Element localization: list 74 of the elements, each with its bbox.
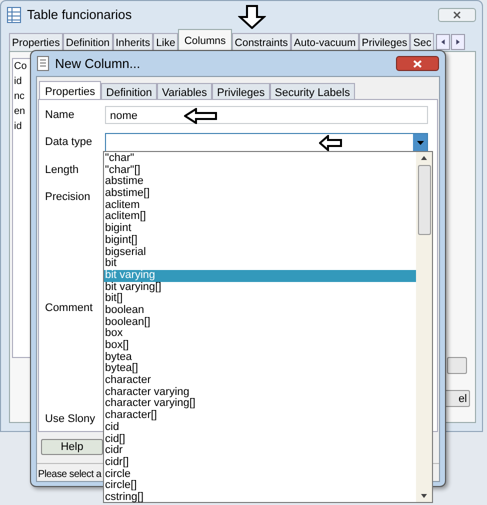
dropdown-option[interactable]: character varying[] xyxy=(104,398,416,410)
scrollbar-thumb[interactable] xyxy=(418,165,430,235)
list-item: id xyxy=(14,76,22,88)
dropdown-option[interactable]: aclitem xyxy=(104,200,416,212)
dropdown-option[interactable]: abstime[] xyxy=(104,188,416,200)
tab[interactable]: Properties xyxy=(39,81,102,99)
dropdown-option[interactable]: cid[] xyxy=(104,434,416,446)
dropdown-option[interactable]: box xyxy=(104,328,416,340)
dropdown-option[interactable]: cstring[] xyxy=(104,492,416,504)
dropdown-option[interactable]: circle xyxy=(104,468,416,480)
close-icon xyxy=(413,60,422,68)
tab[interactable]: Sec xyxy=(410,33,434,51)
dropdown-option[interactable]: circle[] xyxy=(104,480,416,492)
down-arrow-icon xyxy=(238,5,266,29)
list-item: Co xyxy=(14,61,27,73)
field-label: Name xyxy=(44,108,76,123)
field-label: Precision xyxy=(44,190,92,205)
list-item: nc xyxy=(14,91,25,103)
tab[interactable]: Security Labels xyxy=(270,83,355,99)
dropdown-option[interactable]: bigserial xyxy=(104,246,416,258)
close-button[interactable] xyxy=(396,56,439,71)
window-title: Table funcionarios xyxy=(27,6,132,24)
tab[interactable]: Privileges xyxy=(358,33,410,51)
dropdown-option[interactable]: bigint xyxy=(104,223,416,235)
close-icon xyxy=(453,11,461,19)
tab[interactable]: Columns xyxy=(178,29,232,51)
dropdown-option[interactable]: boolean[] xyxy=(104,316,416,328)
tab[interactable]: Privileges xyxy=(212,83,270,99)
dropdown-option[interactable]: character[] xyxy=(104,410,416,422)
tab[interactable]: Inherits xyxy=(112,33,154,51)
dropdown-button[interactable] xyxy=(413,134,427,151)
scroll-tab-icon[interactable] xyxy=(436,34,450,50)
dropdown-option[interactable]: cidr xyxy=(104,445,416,457)
name-field[interactable]: nome xyxy=(105,106,428,124)
dropdown-option[interactable]: bytea[] xyxy=(104,363,416,376)
tab[interactable]: Properties xyxy=(9,33,63,51)
list-item: id xyxy=(14,121,22,133)
dropdown-option[interactable]: bit varying[] xyxy=(104,282,416,294)
dialog-title: New Column... xyxy=(55,54,140,73)
dropdown-option[interactable]: abstime xyxy=(104,176,416,188)
field-label: Data type xyxy=(44,135,94,150)
dropdown-option[interactable]: "char"[] xyxy=(104,164,416,176)
tab[interactable]: Variables xyxy=(157,83,212,99)
table-icon xyxy=(7,7,21,23)
document-icon xyxy=(37,56,49,71)
close-button[interactable] xyxy=(438,8,476,22)
dropdown-option[interactable]: bigint[] xyxy=(104,234,416,246)
dropdown-option[interactable]: bytea xyxy=(104,352,416,364)
field-label: Use Slony xyxy=(44,412,96,427)
tab[interactable]: Definition xyxy=(101,83,157,99)
scroll-tab-icon[interactable] xyxy=(451,34,466,50)
dropdown-option[interactable]: character xyxy=(104,375,416,387)
scroll-down-icon[interactable] xyxy=(421,494,427,498)
left-arrow-icon xyxy=(184,108,218,124)
dropdown-option[interactable]: cid xyxy=(104,422,416,434)
dropdown-option[interactable]: aclitem[] xyxy=(104,211,416,224)
help-button[interactable]: Help xyxy=(41,439,103,455)
list-item: en xyxy=(14,106,26,118)
caret-icon xyxy=(416,140,424,144)
tab[interactable]: Definition xyxy=(62,33,113,51)
tab[interactable]: Like xyxy=(153,33,178,51)
field-label: Comment xyxy=(44,300,94,316)
dropdown-option[interactable]: "char" xyxy=(104,153,416,165)
field-label: Length xyxy=(44,162,80,178)
dropdown-option[interactable]: bit xyxy=(104,258,416,270)
scrollbar[interactable] xyxy=(416,152,432,502)
button[interactable] xyxy=(447,357,467,374)
tab[interactable]: Constraints xyxy=(232,33,291,51)
dropdown-option[interactable]: bit[] xyxy=(104,293,416,305)
tab[interactable]: Auto-vacuum xyxy=(290,33,359,51)
dropdown-option[interactable]: boolean xyxy=(104,304,416,317)
dropdown-option[interactable]: box[] xyxy=(104,340,416,352)
dropdown-option[interactable]: character varying xyxy=(104,386,416,398)
scroll-up-icon[interactable] xyxy=(421,156,427,160)
